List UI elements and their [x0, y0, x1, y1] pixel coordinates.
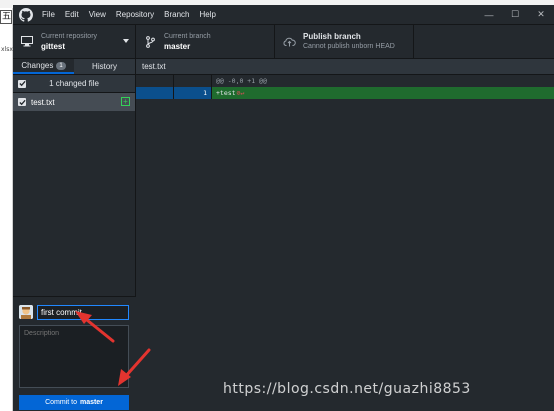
title-bar: File Edit View Repository Branch Help — … — [13, 5, 554, 24]
tab-history[interactable]: History — [74, 59, 135, 74]
repository-name: gittest — [41, 41, 65, 51]
tab-history-label: History — [92, 62, 117, 71]
close-button[interactable]: ✕ — [528, 5, 554, 24]
old-line-number — [136, 75, 174, 87]
checkmark-icon — [18, 99, 26, 105]
sidebar-tabs: Changes 1 History — [13, 59, 135, 75]
tab-changes-label: Changes — [21, 61, 54, 70]
changed-file-row[interactable]: test.txt + — [13, 93, 135, 111]
no-newline-icon: ⊘↵ — [236, 89, 245, 97]
sidebar: Changes 1 History 1 changed file test.tx… — [13, 59, 136, 411]
avatar — [19, 305, 33, 319]
new-line-number — [174, 75, 212, 87]
diff-panel: test.txt @@ -0,0 +1 @@ 1 +test⊘↵ — [136, 59, 554, 411]
diff-hunk-header: @@ -0,0 +1 @@ — [136, 75, 554, 87]
maximize-button[interactable]: ☐ — [502, 5, 528, 24]
file-added-icon: + — [121, 97, 130, 106]
repository-caption: Current repository — [41, 32, 98, 40]
current-repository-dropdown[interactable]: Current repository gittest — [13, 25, 136, 58]
commit-button[interactable]: Commit to master — [19, 395, 129, 410]
toolbar: Current repository gittest Current branc… — [13, 24, 554, 59]
menu-branch[interactable]: Branch — [164, 10, 189, 19]
changed-files-header: 1 changed file — [13, 75, 135, 93]
branch-icon — [142, 34, 158, 50]
window-controls: — ☐ ✕ — [476, 5, 554, 24]
new-line-number: 1 — [174, 87, 212, 99]
old-line-number — [136, 87, 174, 99]
background-page-edge — [0, 8, 13, 411]
diff-file-name: test.txt — [142, 62, 166, 71]
commit-button-label: Commit to — [45, 399, 77, 406]
added-line-text: +test — [216, 89, 236, 97]
commit-description-field[interactable] — [19, 325, 129, 388]
hunk-text: @@ -0,0 +1 @@ — [216, 77, 267, 85]
watermark-text: https://blog.csdn.net/guazhi8853 — [223, 381, 471, 397]
diff-file-header: test.txt — [136, 59, 554, 75]
current-branch-dropdown[interactable]: Current branch master — [136, 25, 275, 58]
menu-help[interactable]: Help — [200, 10, 216, 19]
checkmark-icon — [18, 80, 26, 87]
github-logo-icon — [19, 7, 33, 22]
publish-subtitle: Cannot publish unborn HEAD — [303, 42, 395, 50]
chevron-down-icon — [123, 39, 129, 43]
branch-name: master — [164, 41, 191, 51]
menu-edit[interactable]: Edit — [65, 10, 79, 19]
added-line-code: +test⊘↵ — [212, 87, 554, 99]
commit-summary-input[interactable] — [37, 305, 129, 320]
changed-files-count: 1 changed file — [49, 79, 99, 88]
background-file-ext: xlsx — [1, 46, 13, 53]
changes-count-badge: 1 — [56, 61, 66, 70]
background-text-box: 五 — [0, 10, 12, 24]
select-all-checkbox[interactable] — [18, 79, 26, 88]
github-desktop-window: File Edit View Repository Branch Help — … — [13, 5, 554, 411]
cloud-upload-icon — [281, 34, 297, 50]
commit-button-branch: master — [79, 399, 103, 406]
file-name: test.txt — [31, 97, 55, 107]
diff-added-line[interactable]: 1 +test⊘↵ — [136, 87, 554, 99]
desktop-icon — [19, 34, 35, 50]
menu-file[interactable]: File — [42, 10, 55, 19]
publish-branch-button[interactable]: Publish branch Cannot publish unborn HEA… — [275, 25, 414, 58]
publish-title: Publish branch — [303, 31, 361, 41]
menu-repository[interactable]: Repository — [116, 10, 154, 19]
file-checkbox[interactable] — [18, 98, 26, 106]
menu-view[interactable]: View — [89, 10, 106, 19]
tab-changes[interactable]: Changes 1 — [13, 59, 74, 74]
minimize-button[interactable]: — — [476, 5, 502, 24]
branch-caption: Current branch — [164, 32, 211, 40]
commit-message-area: Commit to master — [13, 296, 136, 411]
